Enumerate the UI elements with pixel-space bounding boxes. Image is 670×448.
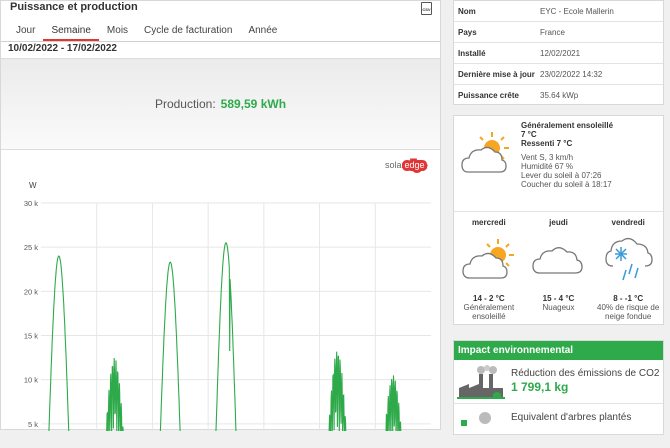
y-axis-label: W (29, 181, 37, 190)
weather-panel: Généralement ensoleillé 7 °C Ressenti 7 … (453, 115, 664, 325)
forecast-desc-2: ensoleillé (472, 312, 506, 321)
partly-sunny-icon (460, 130, 514, 181)
factory-icon (457, 364, 505, 405)
info-row-name: Nom EYC - Ecole Mallerin (454, 1, 663, 22)
power-chart-svg: solaredge W 30 k 25 k 20 k 15 k 10 k 5 k (24, 157, 431, 448)
current-feel: Ressenti 7 °C (521, 139, 573, 148)
info-value: 23/02/2022 14:32 (540, 69, 603, 79)
site-info-panel: Nom EYC - Ecole Mallerin Pays France Ins… (453, 0, 664, 105)
date-range: 10/02/2022 - 17/02/2022 (8, 43, 117, 54)
solaredge-logo: solaredge (385, 160, 425, 170)
y-tick-label: 20 k (24, 287, 38, 296)
forecast-desc: 40% de risque de (597, 303, 660, 312)
info-key: Pays (458, 27, 477, 37)
info-key: Puissance crête (458, 91, 519, 100)
tab-semaine[interactable]: Semaine (43, 25, 99, 41)
info-value: 12/02/2021 (540, 48, 581, 58)
tree-icon (457, 408, 497, 443)
forecast-day: vendredi 8 - -1 °C 40% de risque de neig… (593, 212, 663, 321)
forecast-day: mercredi 14 - 2 °C Généralement ensoleil… (454, 212, 524, 321)
info-row-last-update: Dernière mise à jour 23/02/2022 14:32 (454, 64, 663, 85)
wind: Vent S, 3 km/h (521, 153, 574, 162)
forecast-temp: 15 - 4 °C (542, 294, 575, 303)
panel-header: Puissance et production CSV (1, 1, 440, 18)
tab-jour[interactable]: Jour (8, 25, 43, 41)
info-value: 35.64 kWp (540, 91, 579, 100)
forecast-temp: 8 - -1 °C (613, 294, 644, 303)
info-value: France (540, 27, 565, 37)
info-row-peak-power: Puissance crête 35.64 kWp (454, 85, 663, 106)
sunset: Coucher du soleil à 18:17 (521, 180, 612, 189)
forecast-day-name: mercredi (471, 218, 506, 227)
csv-export-icon[interactable]: CSV (421, 2, 432, 15)
impact-title: Impact environnemental (454, 341, 663, 360)
production-value: 589,59 kWh (220, 97, 287, 111)
panel-title: Puissance et production (10, 1, 138, 13)
info-key: Nom (458, 6, 476, 16)
co2-label: Réduction des émissions de CO2 (511, 368, 660, 379)
power-chart: solaredge W 30 k 25 k 20 k 15 k 10 k 5 k (1, 151, 440, 448)
sleet-icon (593, 232, 663, 286)
forecast-desc-2: neige fondue (605, 312, 652, 321)
info-row-installed: Installé 12/02/2021 (454, 43, 663, 64)
current-weather: Généralement ensoleillé 7 °C Ressenti 7 … (454, 116, 663, 212)
trees-label: Equivalent d'arbres plantés (511, 412, 632, 423)
power-series-line (47, 242, 404, 448)
current-desc: Généralement ensoleillé (521, 121, 614, 130)
current-temp: 7 °C (521, 130, 537, 139)
forecast-day-name: vendredi (611, 218, 645, 227)
info-key: Dernière mise à jour (458, 69, 535, 79)
forecast: mercredi 14 - 2 °C Généralement ensoleil… (454, 212, 663, 321)
forecast-day: jeudi 15 - 4 °C Nuageux (524, 212, 594, 321)
y-tick-label: 25 k (24, 243, 38, 252)
production-label: Production: (154, 97, 216, 111)
co2-row: Réduction des émissions de CO2 1 799,1 k… (454, 360, 663, 404)
forecast-desc: Nuageux (542, 303, 575, 312)
trees-row: Equivalent d'arbres plantés (454, 404, 663, 448)
forecast-temp: 14 - 2 °C (473, 294, 505, 303)
forecast-day-name: jeudi (549, 218, 568, 227)
y-tick-label: 30 k (24, 199, 38, 208)
humidity: Humidité 67 % (521, 162, 574, 171)
production-summary: Production: 589,59 kWh (1, 58, 440, 150)
power-production-panel: Puissance et production CSV Jour Semaine… (0, 0, 441, 448)
period-tabs: Jour Semaine Mois Cycle de facturation A… (1, 18, 440, 42)
forecast-desc: Généralement (463, 303, 515, 312)
y-tick-label: 5 k (28, 420, 38, 429)
info-row-country: Pays France (454, 22, 663, 43)
environmental-impact-panel: Impact environnemental Réduction des émi… (453, 340, 664, 435)
info-value: EYC - Ecole Mallerin (540, 6, 614, 16)
sunrise: Lever du soleil à 07:26 (521, 171, 602, 180)
tab-cycle-facturation[interactable]: Cycle de facturation (136, 25, 240, 41)
partly-sunny-icon (454, 232, 524, 286)
tab-annee[interactable]: Année (240, 25, 285, 41)
y-tick-label: 15 k (24, 332, 38, 341)
y-tick-label: 10 k (24, 376, 38, 385)
tab-mois[interactable]: Mois (99, 25, 136, 41)
cloud-icon (524, 232, 594, 286)
co2-value: 1 799,1 kg (511, 380, 569, 394)
info-key: Installé (458, 48, 486, 58)
